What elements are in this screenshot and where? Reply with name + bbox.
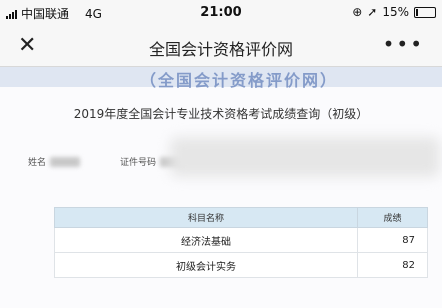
id-label: 证件号码 [120,158,157,168]
name-label: 姓名 [28,158,47,168]
status-right: ⊕ ➚ 15% [352,5,436,19]
candidate-info: 姓名 证件号码 [28,155,187,168]
subject-cell: 初级会计实务 [54,252,358,278]
site-banner: （全国会计资格评价网） [140,71,339,90]
subject-cell: 经济法基础 [54,227,358,253]
location-icon: ➚ [367,5,378,19]
status-bar: 中国联通 4G 21:00 ⊕ ➚ 15% [0,0,442,26]
battery-icon [414,6,436,18]
nav-bar: ✕ 全国会计资格评价网 ••• [0,26,442,67]
rotation-lock-icon: ⊕ [352,5,363,19]
query-heading: 2019年度全国会计专业技术资格考试成绩查询（初级） [73,107,369,121]
column-header-subject: 科目名称 [54,207,358,228]
column-header-score: 成绩 [357,207,428,228]
score-cell: 82 [357,252,428,278]
name-redacted [50,156,81,167]
redaction-smudge [170,137,440,177]
more-icon[interactable]: ••• [383,32,424,56]
table-header-row: 科目名称 成绩 [54,207,428,228]
table-row: 经济法基础 87 [54,227,428,253]
battery-percent: 15% [382,5,409,19]
web-content: （全国会计资格评价网） 2019年度全国会计专业技术资格考试成绩查询（初级） 姓… [0,67,442,308]
score-table: 科目名称 成绩 经济法基础 87 初级会计实务 82 [54,207,428,278]
score-cell: 87 [357,227,428,253]
table-row: 初级会计实务 82 [54,252,428,278]
page-title: 全国会计资格评价网 [148,40,293,59]
battery-fill [416,8,418,16]
